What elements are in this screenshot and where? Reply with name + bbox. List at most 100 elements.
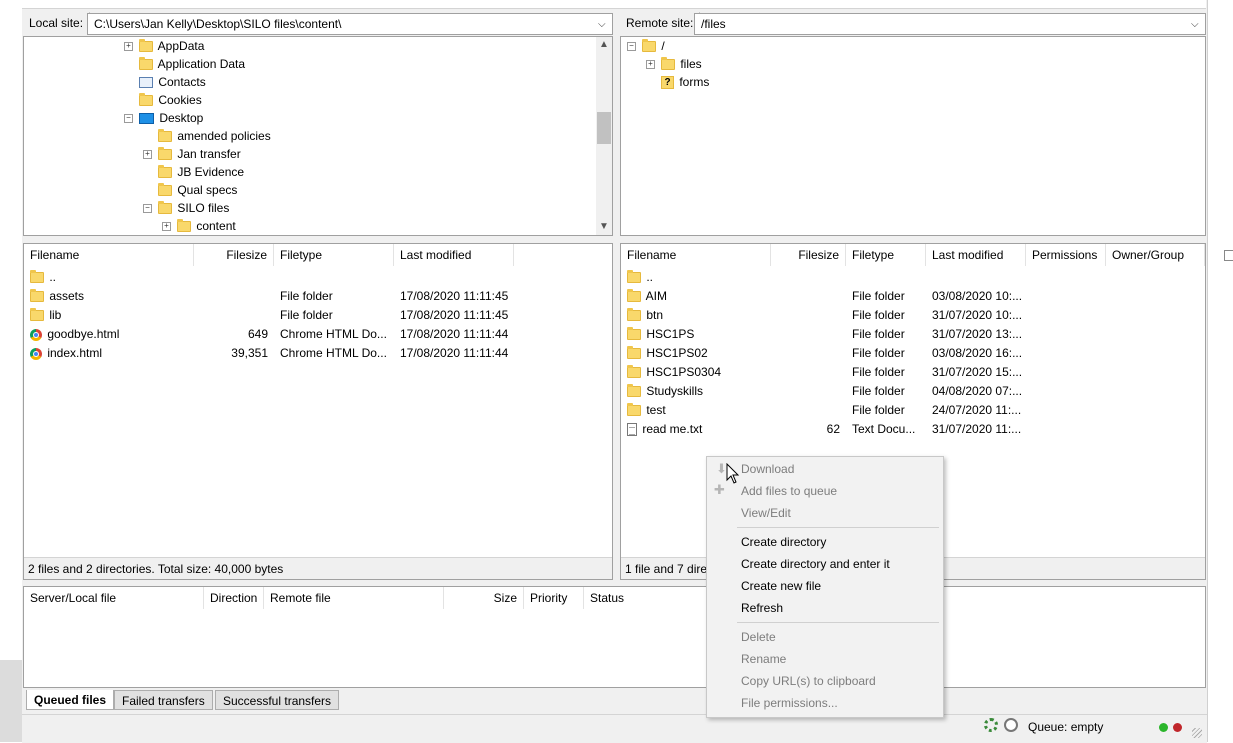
- menu-item-label: Add files to queue: [741, 484, 838, 498]
- chevron-down-icon[interactable]: ⌵: [598, 15, 608, 35]
- file-row[interactable]: btn File folder 31/07/2020 10:...: [621, 306, 1205, 325]
- chevron-down-icon[interactable]: ⌵: [1191, 15, 1201, 35]
- queue-column-size[interactable]: Size: [444, 587, 524, 609]
- sort-indicator-icon: ˆ: [691, 243, 694, 250]
- menu-item-create-directory-and-enter[interactable]: Create directory and enter it: [707, 553, 943, 575]
- menu-item-copy-url[interactable]: Copy URL(s) to clipboard: [707, 670, 943, 692]
- file-row[interactable]: HSC1PS0304 File folder 31/07/2020 15:...: [621, 363, 1205, 382]
- file-row[interactable]: ..: [621, 268, 1205, 287]
- queue-column-priority[interactable]: Priority: [524, 587, 584, 609]
- column-filename[interactable]: Filename: [621, 244, 771, 266]
- menu-item-rename[interactable]: Rename: [707, 648, 943, 670]
- menu-item-refresh[interactable]: Refresh: [707, 597, 943, 619]
- file-row[interactable]: index.html 39,351 Chrome HTML Do... 17/08/2…: [24, 344, 612, 363]
- column-last-modified[interactable]: Last modified: [394, 244, 514, 266]
- expand-icon[interactable]: +: [143, 150, 152, 160]
- menu-item-view-edit[interactable]: View/Edit: [707, 502, 943, 524]
- remote-path-input[interactable]: /files ⌵: [694, 13, 1206, 35]
- column-filesize[interactable]: Filesize: [194, 244, 274, 266]
- collapse-icon[interactable]: −: [627, 42, 636, 52]
- file-row[interactable]: HSC1PS File folder 31/07/2020 13:...: [621, 325, 1205, 344]
- column-filetype[interactable]: Filetype: [846, 244, 926, 266]
- menu-item-delete[interactable]: Delete: [707, 626, 943, 648]
- local-tree-scrollbar[interactable]: ▲ ▼: [596, 37, 612, 235]
- folder-icon: [627, 270, 641, 284]
- tree-item[interactable]: − /: [627, 37, 665, 55]
- file-type: Chrome HTML Do...: [280, 346, 387, 360]
- expand-icon[interactable]: +: [124, 42, 133, 52]
- tab-failed-transfers[interactable]: Failed transfers: [114, 690, 213, 710]
- file-row[interactable]: read me.txt 62 Text Docu... 31/07/2020 11:.…: [621, 420, 1205, 439]
- file-row[interactable]: ..: [24, 268, 612, 287]
- scroll-thumb[interactable]: [597, 112, 611, 144]
- tab-queued-files[interactable]: Queued files: [26, 690, 115, 710]
- folder-icon: [627, 346, 641, 360]
- tree-item-label: Jan transfer: [174, 147, 241, 161]
- tree-item[interactable]: JB Evidence: [143, 163, 244, 181]
- tree-item[interactable]: − SILO files: [143, 199, 229, 217]
- column-filename[interactable]: Filename: [24, 244, 194, 266]
- tree-item[interactable]: Application Data: [124, 55, 245, 73]
- file-row[interactable]: HSC1PS02 File folder 03/08/2020 16:...: [621, 344, 1205, 363]
- column-label: Last modified: [932, 248, 1004, 262]
- tree-item[interactable]: + AppData: [124, 37, 204, 55]
- tree-item[interactable]: + Jan transfer: [143, 145, 241, 163]
- local-tree-panel[interactable]: + AppData Application Data Contacts Cook…: [23, 36, 613, 236]
- collapse-icon[interactable]: −: [143, 204, 152, 214]
- tree-item[interactable]: Contacts: [124, 73, 206, 91]
- tree-item[interactable]: + content: [162, 217, 236, 235]
- menu-item-create-new-file[interactable]: Create new file: [707, 575, 943, 597]
- local-path-input[interactable]: C:\Users\Jan Kelly\Desktop\SILO files\co…: [87, 13, 613, 35]
- file-row[interactable]: Studyskills File folder 04/08/2020 07:...: [621, 382, 1205, 401]
- tree-item[interactable]: Cookies: [124, 91, 202, 109]
- file-row[interactable]: test File folder 24/07/2020 11:...: [621, 401, 1205, 420]
- speed-limit-icon[interactable]: [1004, 718, 1018, 732]
- column-filesize[interactable]: Filesize: [771, 244, 846, 266]
- expand-icon[interactable]: +: [646, 60, 655, 70]
- column-last-modified[interactable]: Last modified: [926, 244, 1026, 266]
- mouse-cursor-icon: [726, 463, 740, 484]
- file-row[interactable]: lib File folder 17/08/2020 11:11:45: [24, 306, 612, 325]
- tab-label: Failed transfers: [122, 694, 205, 708]
- queue-column-direction[interactable]: Direction: [204, 587, 264, 609]
- tree-item[interactable]: − Desktop: [124, 109, 203, 127]
- file-size: 62: [826, 422, 840, 436]
- tree-item-label: Contacts: [155, 75, 206, 89]
- menu-item-file-permissions[interactable]: File permissions...: [707, 692, 943, 714]
- tree-item[interactable]: Qual specs: [143, 181, 237, 199]
- file-modified: 31/07/2020 11:...: [932, 422, 1022, 436]
- file-row[interactable]: assets File folder 17/08/2020 11:11:45: [24, 287, 612, 306]
- remote-tree-panel[interactable]: − / + files? forms: [620, 36, 1206, 236]
- transfer-queue-panel[interactable]: Server/Local file Direction Remote file …: [23, 586, 1206, 688]
- scroll-up-icon[interactable]: ▲: [599, 39, 609, 50]
- tab-successful-transfers[interactable]: Successful transfers: [215, 690, 340, 710]
- local-file-list[interactable]: Filename ˆ Filesize Filetype Last modifi…: [23, 243, 613, 580]
- file-type: File folder: [852, 327, 905, 341]
- gear-icon[interactable]: [984, 718, 998, 732]
- menu-item-download[interactable]: ⬇ Download: [707, 458, 943, 480]
- resize-grip-icon[interactable]: [1192, 728, 1202, 738]
- expand-icon[interactable]: +: [162, 222, 171, 232]
- local-path-text: C:\Users\Jan Kelly\Desktop\SILO files\co…: [94, 17, 342, 31]
- tree-item-label: Desktop: [156, 111, 204, 125]
- queue-column-remote-file[interactable]: Remote file: [264, 587, 444, 609]
- file-name-cell: index.html: [30, 344, 190, 363]
- folder-icon: [627, 327, 641, 341]
- tree-item[interactable]: + files: [646, 55, 702, 73]
- queue-column-status[interactable]: Status: [584, 587, 704, 609]
- tree-item[interactable]: amended policies: [143, 127, 271, 145]
- menu-item-add-files-to-queue[interactable]: ✚ Add files to queue: [707, 480, 943, 502]
- column-filetype[interactable]: Filetype: [274, 244, 394, 266]
- column-owner-group[interactable]: Owner/Group: [1106, 244, 1205, 266]
- scroll-down-icon[interactable]: ▼: [599, 221, 609, 232]
- file-row[interactable]: goodbye.html 649 Chrome HTML Do... 17/08/20…: [24, 325, 612, 344]
- queue-column-server-local-file[interactable]: Server/Local file: [24, 587, 204, 609]
- file-name: assets: [46, 289, 85, 303]
- tree-item[interactable]: ? forms: [646, 73, 709, 91]
- file-row[interactable]: AIM File folder 03/08/2020 10:...: [621, 287, 1205, 306]
- column-permissions[interactable]: Permissions: [1026, 244, 1106, 266]
- remote-path-text: /files: [701, 17, 726, 31]
- file-name: index.html: [44, 346, 103, 360]
- collapse-icon[interactable]: −: [124, 114, 133, 124]
- menu-item-create-directory[interactable]: Create directory: [707, 531, 943, 553]
